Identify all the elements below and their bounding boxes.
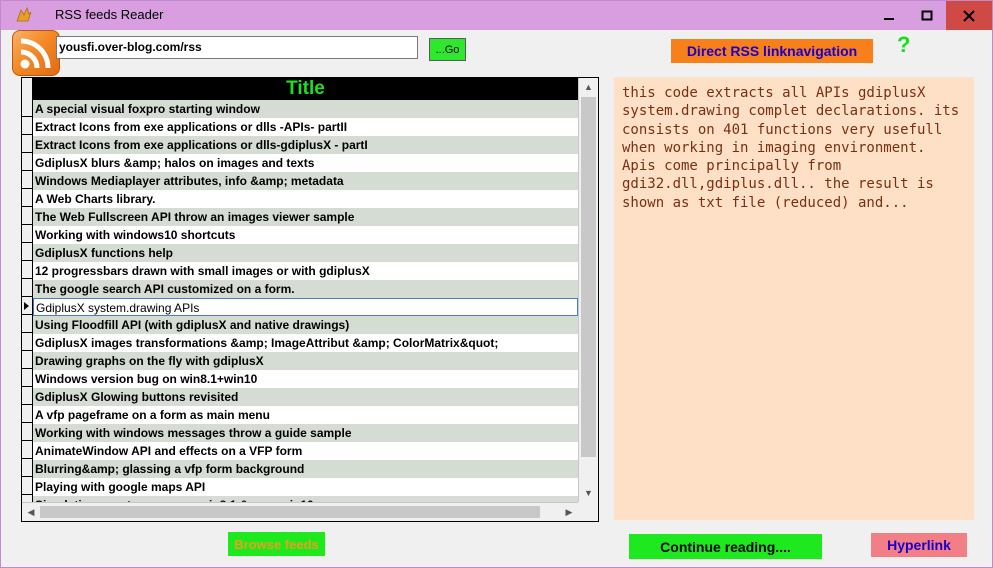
row-selector-column[interactable] (22, 78, 33, 513)
row-selector[interactable] (22, 118, 32, 135)
row-selector[interactable] (22, 334, 32, 351)
feed-title-row[interactable]: Extract Icons from exe applications or d… (33, 136, 578, 154)
feed-grid[interactable]: Title A special visual foxpro starting w… (21, 77, 599, 522)
feed-title-row[interactable]: Windows Mediaplayer attributes, info &am… (33, 172, 578, 190)
row-selector[interactable] (22, 208, 32, 225)
feed-title-row[interactable]: GdiplusX functions help (33, 244, 578, 262)
rss-icon (12, 30, 60, 76)
feed-title-row[interactable]: GdiplusX images transformations &amp; Im… (33, 334, 578, 352)
feed-title-row[interactable]: AnimateWindow API and effects on a VFP f… (33, 442, 578, 460)
row-selector[interactable] (22, 244, 32, 261)
scroll-left-icon[interactable]: ◀ (22, 503, 40, 521)
horizontal-scroll-thumb[interactable] (40, 506, 540, 518)
maximize-button[interactable] (908, 1, 946, 30)
window-title: RSS feeds Reader (55, 7, 164, 22)
fox-app-icon (15, 6, 33, 24)
minimize-button[interactable] (870, 1, 908, 30)
row-selector[interactable] (22, 226, 32, 243)
minimize-icon (884, 17, 894, 20)
row-selector[interactable] (22, 172, 32, 189)
rss-url-input[interactable] (56, 36, 418, 59)
row-selector[interactable] (22, 406, 32, 423)
horizontal-scrollbar[interactable]: ◀ ▶ (22, 502, 578, 521)
description-panel: this code extracts all APIs gdiplusX sys… (614, 77, 974, 520)
feed-title-row[interactable]: Working with windows messages throw a gu… (33, 424, 578, 442)
scroll-corner (578, 502, 598, 521)
current-row-pointer-icon[interactable] (22, 298, 32, 315)
vertical-scrollbar[interactable]: ▲ ▼ (578, 78, 598, 502)
row-selector[interactable] (22, 442, 32, 459)
row-selector[interactable] (22, 280, 32, 297)
row-selector[interactable] (22, 460, 32, 477)
row-selector[interactable] (22, 424, 32, 441)
scroll-right-icon[interactable]: ▶ (560, 503, 578, 521)
row-selector[interactable] (22, 190, 32, 207)
grid-header-title[interactable]: Title (33, 78, 578, 100)
close-icon (963, 9, 975, 22)
vertical-scroll-thumb[interactable] (581, 97, 596, 457)
feed-title-row[interactable]: Extract Icons from exe applications or d… (33, 118, 578, 136)
feed-title-row[interactable]: A vfp pageframe on a form as main menu (33, 406, 578, 424)
feed-title-row[interactable]: Using Floodfill API (with gdiplusX and n… (33, 316, 578, 334)
row-selector[interactable] (22, 154, 32, 171)
help-icon[interactable]: ? (897, 32, 910, 58)
description-text: this code extracts all APIs gdiplusX sys… (622, 85, 968, 211)
row-selector[interactable] (22, 478, 32, 495)
row-selector[interactable] (22, 262, 32, 279)
direct-rss-link-button[interactable]: Direct RSS linknavigation (671, 39, 873, 63)
hyperlink-button[interactable]: Hyperlink (871, 533, 967, 557)
feed-title-row[interactable]: Blurring&amp; glassing a vfp form backgr… (33, 460, 578, 478)
feed-title-row[interactable]: 12 progressbars drawn with small images … (33, 262, 578, 280)
row-selector[interactable] (22, 352, 32, 369)
row-selector[interactable] (22, 100, 32, 117)
feed-title-row[interactable]: Playing with google maps API (33, 478, 578, 496)
row-selector[interactable] (22, 388, 32, 405)
form-client-area: ...Go Direct RSS linknavigation ? Title … (1, 30, 992, 567)
feed-title-row[interactable]: GdiplusX Glowing buttons revisited (33, 388, 578, 406)
app-window: RSS feeds Reader ...Go Direct RSS linkna… (0, 0, 993, 568)
title-bar[interactable]: RSS feeds Reader (1, 1, 992, 30)
feed-title-row[interactable]: Windows version bug on win8.1+win10 (33, 370, 578, 388)
close-button[interactable] (946, 1, 992, 30)
row-selector[interactable] (22, 370, 32, 387)
feed-title-row[interactable]: Working with windows10 shortcuts (33, 226, 578, 244)
scroll-down-icon[interactable]: ▼ (579, 484, 598, 502)
continue-reading-button[interactable]: Continue reading.... (629, 534, 822, 559)
feed-title-row[interactable]: GdiplusX system.drawing APIs (33, 298, 578, 316)
row-selector[interactable] (22, 136, 32, 153)
go-button[interactable]: ...Go (429, 38, 466, 61)
maximize-icon (921, 10, 933, 20)
browse-feeds-button[interactable]: Browse feeds (228, 532, 325, 556)
feed-title-row[interactable]: A Web Charts library. (33, 190, 578, 208)
feed-title-row[interactable]: GdiplusX blurs &amp; halos on images and… (33, 154, 578, 172)
feed-title-row[interactable]: The Web Fullscreen API throw an images v… (33, 208, 578, 226)
scroll-up-icon[interactable]: ▲ (579, 78, 598, 96)
feed-title-row[interactable]: Drawing graphs on the fly with gdiplusX (33, 352, 578, 370)
feed-title-row[interactable]: The google search API customized on a fo… (33, 280, 578, 298)
feed-title-row[interactable]: A special visual foxpro starting window (33, 100, 578, 118)
row-selector[interactable] (22, 316, 32, 333)
